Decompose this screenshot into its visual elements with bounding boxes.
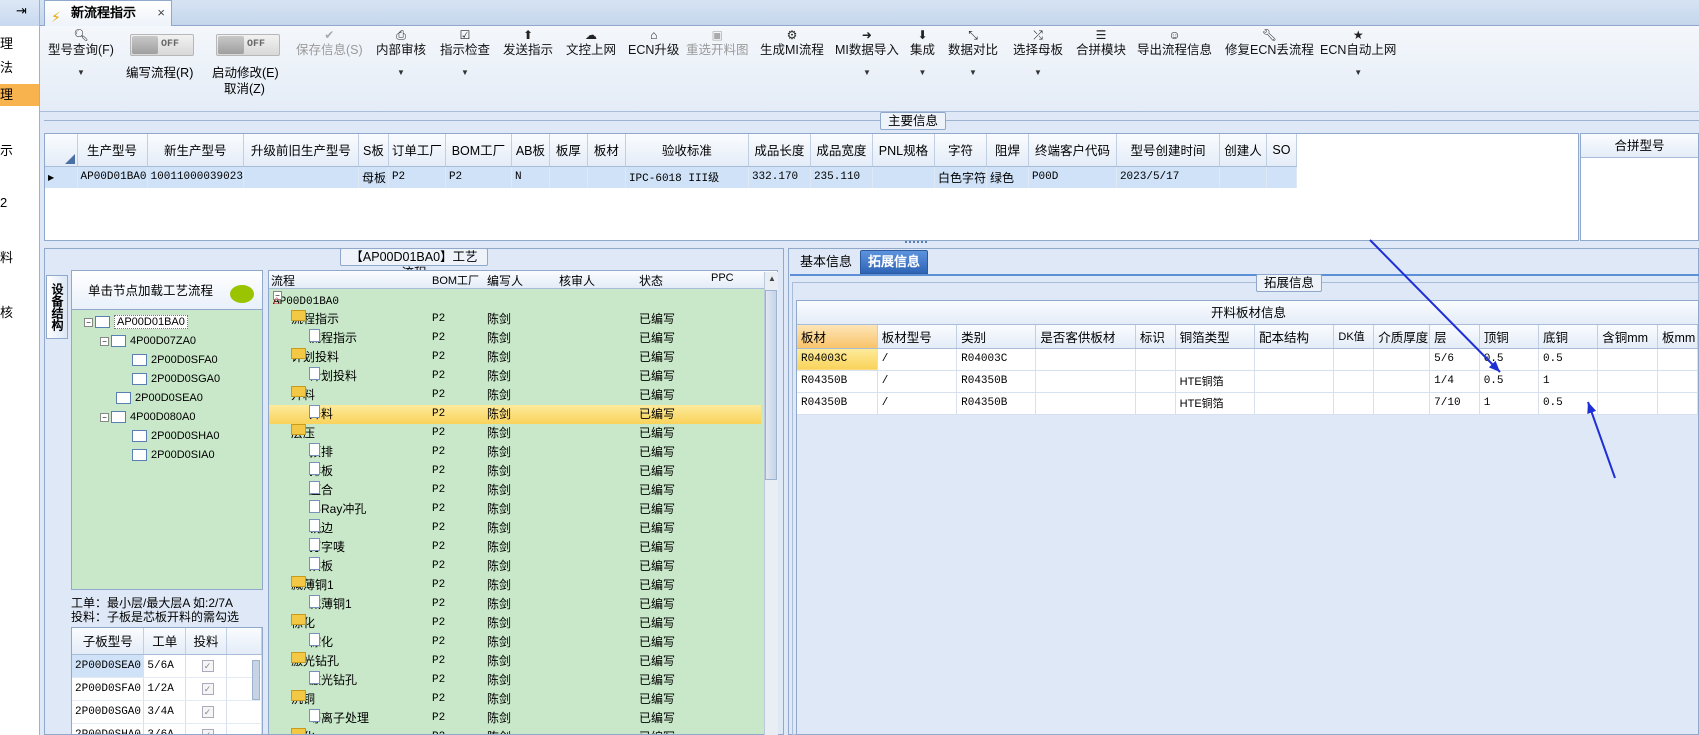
annotation-arrows bbox=[1369, 239, 1616, 479]
annotation-arrow bbox=[1587, 401, 1616, 479]
annotation-arrow-head bbox=[1587, 402, 1597, 414]
annotation-arrow bbox=[1369, 239, 1501, 373]
